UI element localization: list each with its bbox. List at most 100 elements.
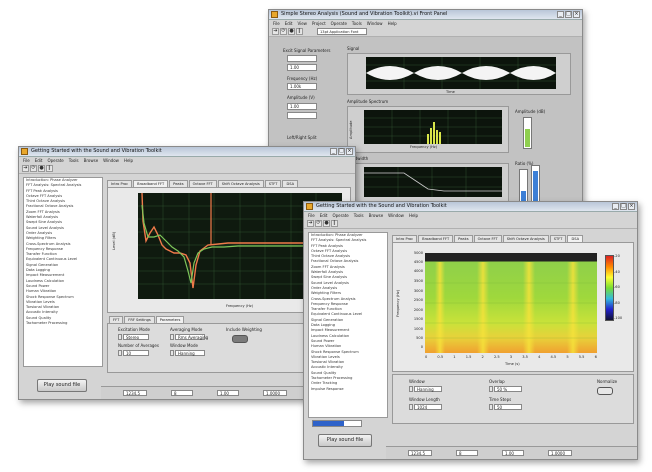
tab-shift-octave[interactable]: Shift Octave Analysis (217, 180, 264, 187)
tab-fft[interactable]: FFT (109, 316, 124, 323)
menu-bar: File Edit View Project Operate Tools Win… (269, 20, 582, 27)
run-continuous-icon[interactable]: ⟳ (30, 165, 37, 172)
menu-operate[interactable]: Operate (331, 20, 347, 27)
tab-intro[interactable]: Intro Proc (392, 235, 418, 242)
window-mode-value[interactable]: Hanning (175, 350, 205, 356)
close-icon[interactable]: × (346, 148, 353, 155)
run-arrow-icon[interactable]: ➔ (272, 28, 279, 35)
window-titlebar[interactable]: Getting Started with the Sound and Vibra… (304, 202, 637, 212)
maximize-icon[interactable]: □ (620, 203, 627, 210)
weighting-toggle[interactable] (232, 335, 248, 343)
play-sound-file-button[interactable]: Play sound file (318, 434, 372, 447)
run-continuous-icon[interactable]: ⟳ (280, 28, 287, 35)
tab-stft[interactable]: STFT (549, 235, 567, 242)
run-continuous-icon[interactable]: ⟳ (315, 220, 322, 227)
tab-intro[interactable]: Intro Proc (107, 180, 133, 187)
abort-icon[interactable]: ● (288, 28, 295, 35)
run-arrow-icon[interactable]: ➔ (22, 165, 29, 172)
tab-octave-fft[interactable]: Octave FFT (188, 180, 217, 187)
overlap-spinner[interactable] (489, 386, 493, 392)
menu-view[interactable]: View (297, 20, 307, 27)
run-arrow-icon[interactable]: ➔ (307, 220, 314, 227)
pause-icon[interactable]: ∥ (331, 220, 338, 227)
excit-param-field-1[interactable] (287, 55, 317, 62)
overlap-value[interactable]: 50 % (494, 386, 522, 392)
menu-file[interactable]: File (308, 212, 315, 219)
excitation-mode-spinner[interactable] (118, 334, 122, 340)
maximize-icon[interactable]: □ (565, 11, 572, 18)
window-titlebar[interactable]: Getting Started with the Sound and Vibra… (19, 147, 355, 157)
num-averages-spinner[interactable] (118, 350, 122, 356)
window-stft[interactable]: Getting Started with the Sound and Vibra… (303, 201, 638, 460)
list-item[interactable]: Impulse Response (309, 387, 387, 392)
spectrum-plot-svg (364, 110, 502, 144)
play-sound-file-button[interactable]: Play sound file (37, 379, 87, 392)
tab-frf-settings[interactable]: FRF Settings (124, 316, 155, 323)
abort-icon[interactable]: ● (323, 220, 330, 227)
example-list[interactable]: Introduction: Phase Analyzer FFT Analysi… (23, 177, 103, 367)
time-steps-value[interactable]: 50 (494, 404, 522, 410)
tab-broadband-fft[interactable]: Broadband FFT (133, 180, 169, 187)
excitation-mode-value[interactable]: Stereo (123, 334, 149, 340)
averaging-mode-value[interactable]: Rms Averaging (175, 334, 208, 340)
menu-tools[interactable]: Tools (69, 157, 79, 164)
averaging-mode-spinner[interactable] (170, 334, 174, 340)
frequency-field[interactable]: 1.00 (287, 64, 317, 71)
tab-octave-fft[interactable]: Octave FFT (473, 235, 502, 242)
maximize-icon[interactable]: □ (338, 148, 345, 155)
window-titlebar[interactable]: Simple Stereo Analysis (Sound and Vibrat… (269, 10, 582, 20)
window-spinner[interactable] (409, 386, 413, 392)
abort-icon[interactable]: ● (38, 165, 45, 172)
example-list[interactable]: Introduction: Phase Analyzer FFT Analysi… (308, 232, 388, 418)
normalize-toggle[interactable] (597, 387, 613, 395)
spectrum-graph: Amplitude Frequency (Hz) (347, 106, 509, 153)
menu-browse[interactable]: Browse (369, 212, 384, 219)
tab-dsa[interactable]: DSA (282, 180, 299, 187)
menu-help[interactable]: Help (124, 157, 133, 164)
xtick-label: 2 (481, 355, 484, 359)
menu-operate[interactable]: Operate (47, 157, 63, 164)
amplitude-secondary-field[interactable] (287, 112, 317, 119)
menu-help[interactable]: Help (409, 212, 418, 219)
bandwidth-graph (347, 163, 509, 205)
window-value[interactable]: Hanning (414, 386, 442, 392)
menu-window[interactable]: Window (367, 20, 383, 27)
pause-icon[interactable]: ∥ (46, 165, 53, 172)
time-steps-spinner[interactable] (489, 404, 493, 410)
menu-file[interactable]: File (273, 20, 280, 27)
minimize-icon[interactable]: _ (557, 11, 564, 18)
tab-shift-octave[interactable]: Shift Octave Analysis (502, 235, 549, 242)
amplitude-value-field[interactable]: 1.00 (287, 103, 317, 110)
minimize-icon[interactable]: _ (330, 148, 337, 155)
menu-window[interactable]: Window (388, 212, 404, 219)
tab-broadband-fft[interactable]: Broadband FFT (418, 235, 454, 242)
tab-peaks[interactable]: Peaks (454, 235, 473, 242)
menu-edit[interactable]: Edit (320, 212, 328, 219)
menu-edit[interactable]: Edit (35, 157, 43, 164)
close-icon[interactable]: × (573, 11, 580, 18)
window-length-value[interactable]: 1024 (414, 404, 442, 410)
menu-tools[interactable]: Tools (352, 20, 362, 27)
window-mode-spinner[interactable] (170, 350, 174, 356)
menu-file[interactable]: File (23, 157, 30, 164)
menu-help[interactable]: Help (388, 20, 397, 27)
amplitude-field[interactable]: 1.00k (287, 83, 317, 90)
menu-project[interactable]: Project (312, 20, 326, 27)
menu-operate[interactable]: Operate (332, 212, 348, 219)
menu-browse[interactable]: Browse (84, 157, 99, 164)
menu-edit[interactable]: Edit (285, 20, 293, 27)
close-icon[interactable]: × (628, 203, 635, 210)
menu-window[interactable]: Window (103, 157, 119, 164)
pause-icon[interactable]: ∥ (296, 28, 303, 35)
menu-tools[interactable]: Tools (354, 212, 364, 219)
tab-stft[interactable]: STFT (264, 180, 282, 187)
bandwidth-plot-svg (364, 167, 502, 197)
tab-dsa[interactable]: DSA (567, 235, 584, 242)
num-averages-value[interactable]: 10 (123, 350, 149, 356)
font-selector[interactable]: 13pt Application Font (317, 28, 367, 35)
window-length-spinner[interactable] (409, 404, 413, 410)
minimize-icon[interactable]: _ (612, 203, 619, 210)
list-item[interactable]: Tachometer Processing (24, 321, 102, 326)
tab-parameters[interactable]: Parameters (155, 316, 185, 323)
tab-peaks[interactable]: Peaks (169, 180, 188, 187)
